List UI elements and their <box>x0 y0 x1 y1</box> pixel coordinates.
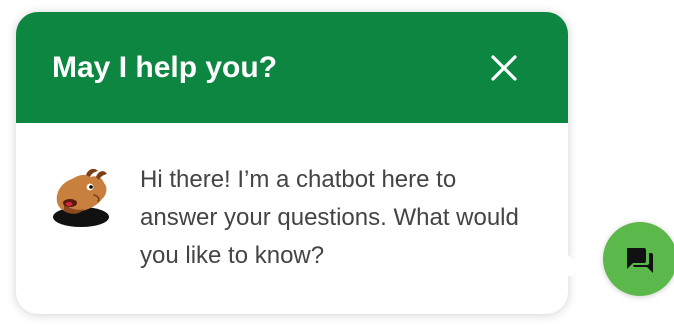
chat-header: May I help you? <box>16 12 568 123</box>
avatar <box>50 165 112 227</box>
chat-popup: May I help you? Hi there! I’m a chatbot … <box>16 12 568 314</box>
chat-widget-stage: May I help you? Hi there! I’m a chatbot … <box>0 0 674 326</box>
camel-mascot-avatar-icon <box>53 168 109 227</box>
chat-body: Hi there! I’m a chatbot here to answer y… <box>16 123 568 314</box>
close-button[interactable] <box>484 48 524 88</box>
chatbot-message: Hi there! I’m a chatbot here to answer y… <box>140 166 519 269</box>
close-icon <box>491 55 517 81</box>
chat-bubbles-icon <box>627 248 653 273</box>
chat-title: May I help you? <box>52 51 278 84</box>
chat-launcher-button[interactable] <box>603 222 674 296</box>
